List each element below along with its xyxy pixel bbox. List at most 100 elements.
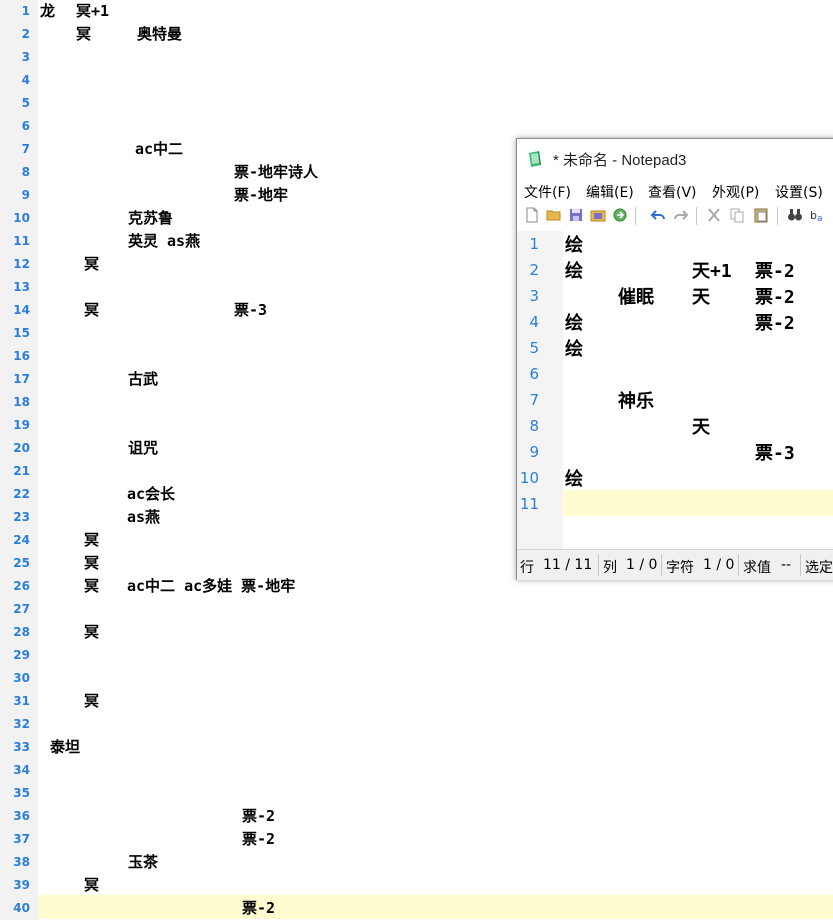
text-line: 冥+1 [76, 2, 110, 20]
line-number: 19 [13, 418, 30, 432]
line-number: 5 [21, 96, 30, 110]
current-line-highlight [563, 490, 833, 516]
line-number: 28 [13, 625, 30, 639]
line-number: 15 [13, 326, 30, 340]
text-line: 票-2 [755, 287, 795, 308]
text-line: 克苏鲁 [128, 209, 174, 227]
save-as-icon[interactable] [590, 207, 606, 223]
text-line: 古武 [128, 370, 159, 388]
title-bar[interactable]: * 未命名 - Notepad3 [517, 139, 833, 177]
text-line: 冥 [84, 255, 100, 273]
line-number: 3 [529, 287, 539, 305]
menu-file[interactable]: 文件(F) [524, 182, 571, 202]
line-number: 2 [529, 261, 539, 279]
line-number: 2 [21, 27, 30, 41]
menu-settings[interactable]: 设置(S) [775, 182, 823, 202]
save-icon[interactable] [568, 207, 584, 223]
line-number: 36 [13, 809, 30, 823]
text-line: 泰坦 [50, 738, 81, 756]
text-line: ac中二 [135, 140, 184, 158]
line-number: 31 [13, 694, 30, 708]
status-selection-label: 选定 [805, 560, 833, 576]
status-col-value: 1 / 0 [626, 557, 658, 573]
line-number: 18 [13, 395, 30, 409]
line-number: 1 [21, 4, 30, 18]
line-number: 38 [13, 855, 30, 869]
line-number: 27 [13, 602, 30, 616]
line-number: 30 [13, 671, 30, 685]
line-number: 35 [13, 786, 30, 800]
status-bar: 行 11 / 11 列 1 / 0 字符 1 / 0 求值 -- 选定 [517, 549, 833, 580]
toolbar-separator [635, 207, 636, 225]
text-line: 诅咒 [128, 439, 159, 457]
status-line-label: 行 [520, 560, 534, 576]
line-number: 7 [21, 142, 30, 156]
find-icon[interactable] [787, 207, 803, 223]
line-number: 4 [529, 313, 539, 331]
line-number: 32 [13, 717, 30, 731]
copy-icon[interactable] [729, 207, 745, 223]
status-separator [800, 554, 801, 576]
redo-icon[interactable] [673, 207, 689, 223]
status-separator [738, 554, 739, 576]
menu-bar: 文件(F) 编辑(E) 查看(V) 外观(P) 设置(S) [517, 179, 833, 203]
window-title: * 未命名 - Notepad3 [553, 152, 687, 169]
text-line: 绘 [565, 339, 583, 360]
line-number: 4 [21, 73, 30, 87]
line-number: 5 [529, 339, 539, 357]
text-line: 绘 [565, 235, 583, 256]
text-line: 冥 [84, 301, 100, 319]
notepad3-app-icon [529, 151, 541, 167]
new-file-icon[interactable] [524, 207, 540, 223]
notepad-editor[interactable]: 1 2 3 4 5 6 7 8 9 10 11 绘 绘 天+1 票-2 催眠 天… [517, 231, 833, 549]
undo-icon[interactable] [650, 207, 666, 223]
text-line: ac中二 ac多娃 票-地牢 [127, 577, 296, 595]
status-char-value: 1 / 0 [703, 557, 735, 573]
line-number: 8 [529, 417, 539, 435]
line-number: 34 [13, 763, 30, 777]
menu-view[interactable]: 查看(V) [648, 182, 697, 202]
reload-icon[interactable] [612, 207, 628, 223]
status-separator [661, 554, 662, 576]
text-line: 票-地牢诗人 [234, 163, 319, 181]
line-number: 6 [529, 365, 539, 383]
status-separator [598, 554, 599, 576]
replace-icon[interactable]: ba [810, 207, 826, 223]
svg-text:b: b [810, 209, 817, 222]
text-line: 玉茶 [128, 853, 159, 871]
text-line: 英灵 as燕 [128, 232, 201, 250]
text-line: 冥 [84, 577, 100, 595]
text-line: 冥 [84, 876, 100, 894]
line-number: 8 [21, 165, 30, 179]
line-number: 25 [13, 556, 30, 570]
line-number: 12 [13, 257, 30, 271]
text-line: 催眠 [618, 287, 654, 308]
line-number: 21 [13, 464, 30, 478]
toolbar: ba [517, 205, 833, 227]
text-line: 龙 [40, 2, 56, 20]
cut-icon[interactable] [706, 207, 722, 223]
line-number: 22 [13, 487, 30, 501]
svg-text:a: a [817, 214, 823, 223]
text-line: 冥 [76, 25, 92, 43]
text-line: 奥特曼 [137, 25, 183, 43]
menu-edit[interactable]: 编辑(E) [586, 182, 634, 202]
line-number: 40 [13, 901, 30, 915]
text-line: 天+1 [692, 261, 732, 282]
line-number: 11 [13, 234, 30, 248]
text-line: 票-2 [242, 830, 276, 848]
line-number: 17 [13, 372, 30, 386]
line-number: 24 [13, 533, 30, 547]
line-number: 11 [519, 495, 539, 513]
current-line-highlight [38, 895, 833, 919]
line-number: 33 [13, 740, 30, 754]
text-line: ac会长 [127, 485, 176, 503]
open-folder-icon[interactable] [546, 207, 562, 223]
text-line: 冥 [84, 531, 100, 549]
menu-appearance[interactable]: 外观(P) [712, 182, 759, 202]
notepad3-window[interactable]: * 未命名 - Notepad3 文件(F) 编辑(E) 查看(V) 外观(P)… [516, 138, 833, 580]
line-number: 7 [529, 391, 539, 409]
text-line: 冥 [84, 692, 100, 710]
line-number: 37 [13, 832, 30, 846]
paste-icon[interactable] [753, 207, 769, 223]
